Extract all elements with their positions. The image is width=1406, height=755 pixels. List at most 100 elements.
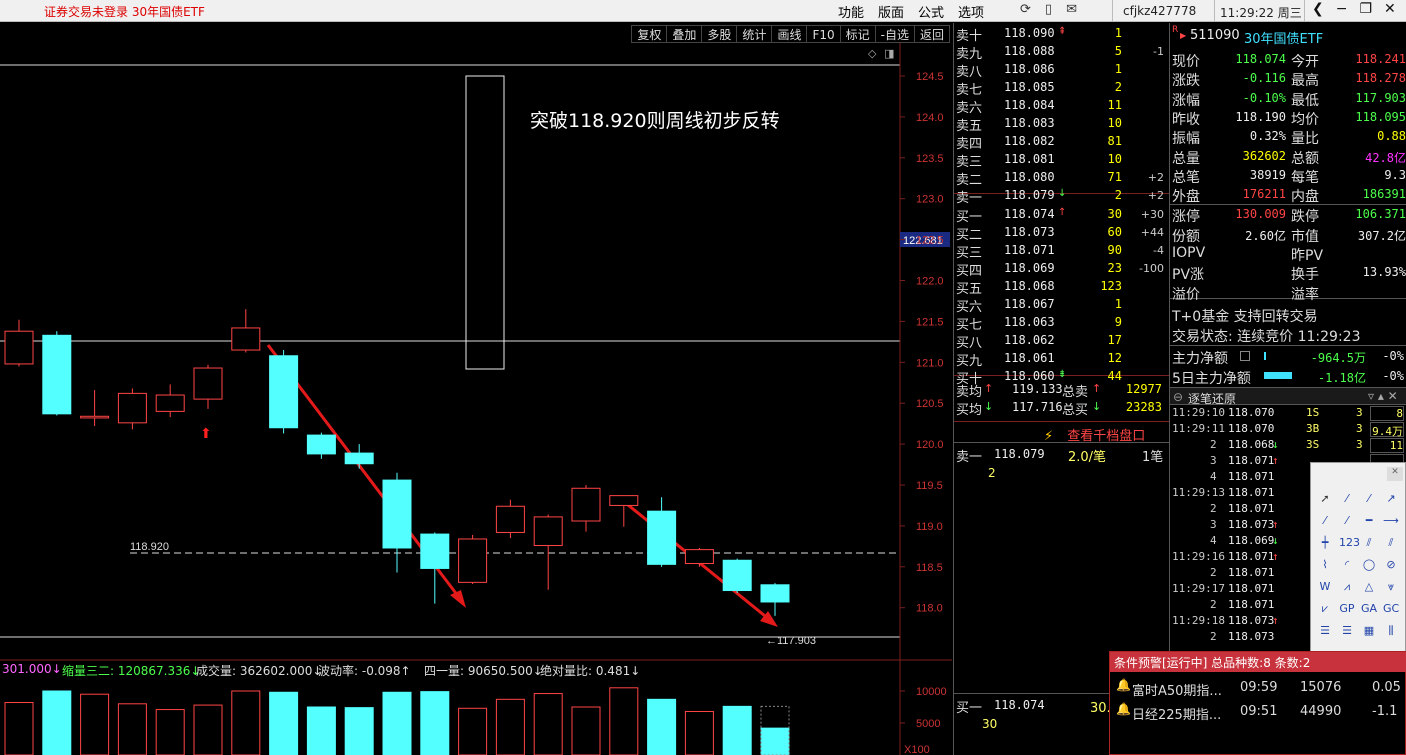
ask-row[interactable]: 卖三 118.081 10: [954, 150, 1169, 170]
peak-tool-icon[interactable]: △: [1361, 579, 1377, 595]
toolbar-stats[interactable]: 统计: [736, 25, 773, 43]
kline-svg[interactable]: 118.920 突破118.920则周线初步反转 ←117.903 122.68…: [0, 23, 952, 755]
candle[interactable]: [382, 472, 412, 573]
alert-row[interactable]: 🔔 富时A50期指... 09:59 15076 0.05: [1110, 676, 1406, 700]
close-icon[interactable]: ✕: [1384, 1, 1396, 17]
arrow-line-tool-icon[interactable]: ↗: [1383, 491, 1399, 507]
mountain-tool-icon[interactable]: ⩘: [1339, 579, 1355, 595]
gp-tool-icon[interactable]: GP: [1339, 601, 1355, 617]
user-id[interactable]: cfjkz427778: [1123, 4, 1196, 18]
arc-tool-icon[interactable]: ◜: [1339, 557, 1355, 573]
ask-row[interactable]: 卖十 118.090 ⇞ 1: [954, 24, 1169, 44]
volume-bar[interactable]: [306, 706, 336, 755]
volume-bar[interactable]: [382, 691, 412, 755]
toolbar-f10[interactable]: F10: [806, 25, 841, 43]
volume-bar[interactable]: [231, 690, 261, 755]
ask-row[interactable]: 卖二 118.080 71 +2: [954, 168, 1169, 188]
ask-row[interactable]: 卖九 118.088 5 -1: [954, 42, 1169, 62]
alert-title[interactable]: 条件预警[运行中] 总品种数:8 条数:2: [1110, 652, 1406, 672]
volume-bar[interactable]: [458, 707, 488, 755]
candle[interactable]: [155, 384, 185, 418]
candle[interactable]: [117, 388, 147, 430]
candle[interactable]: [571, 485, 601, 532]
collapse-icon[interactable]: ⊖: [1173, 390, 1183, 404]
vertical-line-tool-icon[interactable]: ┿: [1317, 535, 1333, 551]
candle[interactable]: [269, 350, 299, 434]
number-tool-icon[interactable]: 123: [1339, 535, 1360, 551]
panel-toggle-icon[interactable]: ◨: [884, 47, 894, 60]
ask-row[interactable]: 卖一 118.079 ↓ 2 +2: [954, 186, 1169, 206]
volume-bar[interactable]: [420, 691, 450, 755]
menu-function[interactable]: 功能: [838, 2, 864, 21]
tick-row[interactable]: 11:29:10 118.070 1S 3 8: [1170, 406, 1406, 422]
kline-chart[interactable]: 118.920 突破118.920则周线初步反转 ←117.903 122.68…: [0, 23, 952, 755]
segment-tool-icon[interactable]: ⁄: [1317, 513, 1333, 529]
gc-tool-icon[interactable]: GC: [1383, 601, 1399, 617]
candle[interactable]: [533, 514, 563, 590]
ask-row[interactable]: 卖六 118.084 11: [954, 96, 1169, 116]
line-tool-icon[interactable]: ⁄: [1339, 491, 1355, 507]
tick-row[interactable]: 11:29:11 118.070 3B 3 9.4万: [1170, 422, 1406, 438]
alert-row[interactable]: 🔔 日经225期指... 09:51 44990 -1.1: [1110, 700, 1406, 724]
volume-bar[interactable]: [760, 727, 790, 755]
volume-bar[interactable]: [684, 710, 714, 755]
grid-tool-icon[interactable]: ▦: [1361, 623, 1377, 639]
bid-row[interactable]: 买七 118.063 9: [954, 313, 1169, 333]
gann-tool-icon[interactable]: ☰: [1339, 623, 1355, 639]
horizontal-line-tool-icon[interactable]: ━: [1361, 513, 1377, 529]
volume-bar[interactable]: [533, 693, 563, 755]
refresh-icon[interactable]: ⟳: [1020, 2, 1031, 17]
toolbar-adjust[interactable]: 复权: [631, 25, 668, 43]
wave-tool-icon[interactable]: ⌇: [1317, 557, 1333, 573]
volume-bar[interactable]: [155, 709, 185, 755]
volume-bar[interactable]: [42, 690, 72, 755]
ask-row[interactable]: 卖七 118.085 2: [954, 78, 1169, 98]
volume-bar[interactable]: [495, 698, 525, 755]
parallel-tool-icon[interactable]: ⫽: [1361, 535, 1377, 551]
toolbar-mark[interactable]: 标记: [839, 25, 876, 43]
volume-bar[interactable]: [4, 702, 34, 755]
volume-bar[interactable]: [722, 705, 752, 755]
channel-tool-icon[interactable]: ⫽: [1383, 535, 1399, 551]
ticks-menu-icon[interactable]: ▿ ▴ ✕: [1368, 389, 1398, 403]
volume-bar[interactable]: [193, 704, 223, 755]
volume-bar[interactable]: [344, 707, 374, 755]
condition-alert[interactable]: 条件预警[运行中] 总品种数:8 条数:2 🔔 富时A50期指... 09:59…: [1109, 651, 1406, 755]
volume-bar[interactable]: [647, 698, 677, 755]
toolbar-back[interactable]: 返回: [913, 25, 950, 43]
volume-bar[interactable]: [571, 706, 601, 755]
drawing-palette[interactable]: ✕ ➚ ⁄ ⁄ ↗ ⁄ ⁄ ━ ⟶ ┿ 123 ⫽ ⫽ ⌇ ◜ ◯ ⊘ W ⩘ △ ⩔ ⩗ GP GA GC ☰ ☰ ▦ ⫼: [1310, 462, 1406, 652]
menu-options[interactable]: 选项: [958, 2, 984, 21]
candle[interactable]: [42, 331, 72, 416]
bid-row[interactable]: 买六 118.067 1: [954, 295, 1169, 315]
volume-bar[interactable]: [269, 691, 299, 755]
candle[interactable]: [722, 558, 752, 593]
channel-lines-tool-icon[interactable]: ⫼: [1383, 623, 1399, 639]
toolbar-remove-watch[interactable]: -自选: [874, 25, 915, 43]
tick-row[interactable]: 2 118.068 ↓ 3S 3 11: [1170, 438, 1406, 454]
volume-bar[interactable]: [609, 687, 639, 755]
bid-row[interactable]: 买八 118.062 17: [954, 331, 1169, 351]
bid-row[interactable]: 买九 118.061 12: [954, 349, 1169, 369]
menu-formula[interactable]: 公式: [918, 2, 944, 21]
ticks-header[interactable]: ⊖ 逐笔还原 ▿ ▴ ✕: [1170, 387, 1406, 406]
message-icon[interactable]: ✉: [1066, 2, 1077, 17]
circle-tool-icon[interactable]: ◯: [1361, 557, 1377, 573]
volume-bar[interactable]: [117, 703, 147, 755]
candle[interactable]: [344, 444, 374, 469]
diamond-icon[interactable]: ◇: [868, 47, 876, 60]
bid-row[interactable]: 买五 118.068 123: [954, 277, 1169, 297]
toolbar-overlay[interactable]: 叠加: [666, 25, 703, 43]
annotation-rect[interactable]: [465, 75, 505, 370]
bid-row[interactable]: 买四 118.069 23 -100: [954, 259, 1169, 279]
candle[interactable]: [458, 534, 488, 584]
candle[interactable]: [193, 364, 223, 409]
candle[interactable]: [4, 319, 34, 367]
scribble-tool-icon[interactable]: ⩗: [1317, 601, 1333, 617]
list-icon[interactable]: [1240, 351, 1250, 361]
candle[interactable]: [760, 583, 790, 616]
bid-row[interactable]: 买十 118.060 ⇟ 44: [954, 367, 1169, 387]
back-icon[interactable]: ❮: [1312, 1, 1324, 17]
chart-annotation[interactable]: 突破118.920则周线初步反转: [530, 110, 780, 132]
candle[interactable]: [647, 497, 677, 567]
